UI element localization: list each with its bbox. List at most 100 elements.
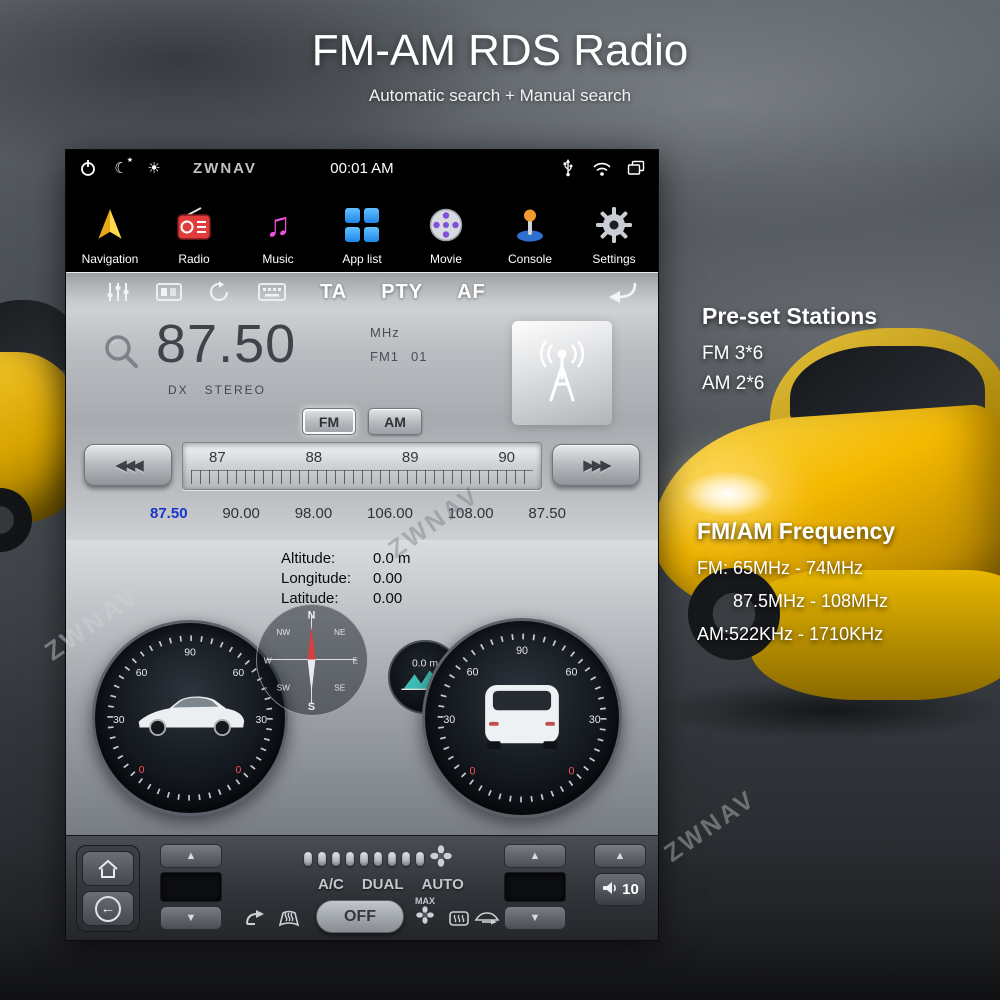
scan-rotate-icon[interactable] [208, 281, 232, 303]
gauge-tick-label: 60 [566, 666, 578, 678]
radio-app-panel: TA PTY AF 87.50 MHz FM1 01 [66, 272, 658, 540]
pty-button[interactable]: PTY [381, 281, 423, 304]
app-label: App list [342, 252, 381, 266]
statusbar-right [558, 158, 646, 178]
fan-dot [416, 852, 424, 866]
night-mode-icon[interactable]: ☾ ★ [111, 158, 131, 178]
gauge-speed-right: 0 30 60 90 60 30 0 [422, 618, 622, 818]
note-title: FM/AM Frequency [697, 518, 895, 545]
suv-rear-silhouette [485, 685, 559, 749]
temp-up-button[interactable]: ▲ [160, 844, 222, 868]
temp-up-button[interactable]: ▲ [504, 844, 566, 868]
music-note-icon: ♫ [265, 202, 291, 248]
preset-frequency-row: 87.50 90.00 98.00 106.00 108.00 87.50 [66, 505, 658, 522]
scale-number: 90 [498, 449, 515, 466]
app-applist[interactable]: App list [320, 190, 404, 266]
app-radio[interactable]: Radio [152, 190, 236, 266]
app-settings[interactable]: Settings [572, 190, 656, 266]
gauge-tick-label: 0 [236, 765, 242, 776]
gauge-tick-label: 90 [516, 645, 528, 657]
tuning-scale[interactable]: 87 88 89 90 [182, 442, 542, 490]
reception-status: DX STEREO [168, 383, 266, 397]
compass-label: SW [277, 684, 291, 693]
fan-dot [374, 852, 382, 866]
auto-button[interactable]: AUTO [422, 876, 464, 893]
page-title: FM-AM RDS Radio [0, 26, 1000, 76]
settings-gear-icon [595, 202, 633, 248]
gauge-tick-label: 30 [113, 715, 125, 726]
preset-station[interactable]: 106.00 [367, 505, 413, 522]
fan-speed-indicator[interactable] [304, 845, 452, 872]
longitude-row: Longitude: 0.00 [281, 570, 443, 587]
air-direction-icon[interactable] [244, 906, 268, 933]
head-unit-screen: ☾ ★ ☀ ZWNAV 00:01 AM [66, 150, 658, 940]
seek-down-button[interactable]: ◀◀◀ [84, 444, 172, 486]
preset-stations-note: Pre-set Stations FM 3*6 AM 2*6 [702, 303, 877, 403]
car-headlight [680, 470, 775, 518]
gauge-tick-label: 30 [443, 714, 455, 726]
app-label: Radio [178, 252, 209, 266]
ta-button[interactable]: TA [320, 281, 347, 304]
keyboard-icon[interactable] [258, 282, 286, 302]
volume-button[interactable]: 10 [594, 873, 646, 906]
preset-station[interactable]: 98.00 [295, 505, 333, 522]
dual-button[interactable]: DUAL [362, 876, 404, 893]
search-icon[interactable] [100, 331, 142, 378]
preset-station[interactable]: 87.50 [150, 505, 188, 522]
fm-band-button[interactable]: FM [302, 408, 356, 435]
temp-down-button[interactable]: ▼ [504, 906, 566, 930]
power-icon[interactable] [78, 158, 98, 178]
frequency-unit: MHz [370, 325, 427, 340]
gauge-tick-label: 60 [233, 668, 245, 679]
recirculation-icon[interactable] [474, 908, 500, 926]
fan-icon[interactable] [430, 845, 452, 872]
longitude-label: Longitude: [281, 570, 373, 587]
note-line: 87.5MHz - 108MHz [733, 591, 895, 612]
gauge-tick-label: 60 [136, 668, 148, 679]
max-defrost-button[interactable]: MAX [415, 896, 435, 924]
preset-station[interactable]: 90.00 [222, 505, 260, 522]
app-music[interactable]: ♫ Music [236, 190, 320, 266]
app-navigation[interactable]: Navigation [68, 190, 152, 266]
preset-station[interactable]: 108.00 [448, 505, 494, 522]
speaker-icon [601, 880, 619, 900]
ac-button[interactable]: A/C [318, 876, 344, 893]
seek-up-button[interactable]: ▶▶▶ [552, 444, 640, 486]
af-button[interactable]: AF [457, 281, 486, 304]
note-title: Pre-set Stations [702, 303, 877, 330]
eq-sliders-icon[interactable] [106, 281, 130, 303]
climate-control-bar: ← ▲ ▼ [66, 835, 658, 940]
moon-glyph: ☾ [114, 159, 127, 177]
scale-number: 87 [209, 449, 226, 466]
windshield-defrost-icon[interactable] [277, 907, 301, 932]
recent-windows-icon[interactable] [626, 158, 646, 178]
fan-dot [318, 852, 326, 866]
scale-ticks [191, 470, 533, 484]
app-launcher-row: Navigation Radio ♫ Music App list [66, 186, 658, 272]
fan-dot [332, 852, 340, 866]
band-selector: FM AM [66, 408, 658, 435]
altitude-row: Altitude: 0.0 m [281, 550, 443, 567]
dx-label: DX [168, 383, 189, 397]
preset-memory-icon[interactable] [156, 281, 182, 303]
am-band-button[interactable]: AM [368, 408, 422, 435]
fan-dot [402, 852, 410, 866]
climate-off-button[interactable]: OFF [316, 900, 404, 933]
home-button[interactable] [82, 851, 134, 886]
preset-station[interactable]: 87.50 [528, 505, 566, 522]
app-console[interactable]: Console [488, 190, 572, 266]
temp-down-button[interactable]: ▼ [160, 906, 222, 930]
back-button[interactable]: ← [82, 891, 134, 926]
wifi-icon[interactable] [592, 158, 612, 178]
app-movie[interactable]: Movie [404, 190, 488, 266]
radio-toolbar: TA PTY AF [66, 273, 658, 311]
volume-up-button[interactable]: ▲ [594, 844, 646, 868]
page-subtitle: Automatic search + Manual search [0, 86, 1000, 106]
nav-button-module: ← [76, 845, 140, 932]
altitude-label: Altitude: [281, 550, 373, 567]
brightness-icon[interactable]: ☀ [144, 158, 164, 178]
passenger-temp-stepper: ▲ ▼ [504, 844, 566, 930]
rear-defrost-icon[interactable] [448, 908, 470, 928]
gauge-tick-label: 90 [184, 647, 196, 658]
return-icon[interactable] [608, 280, 640, 304]
